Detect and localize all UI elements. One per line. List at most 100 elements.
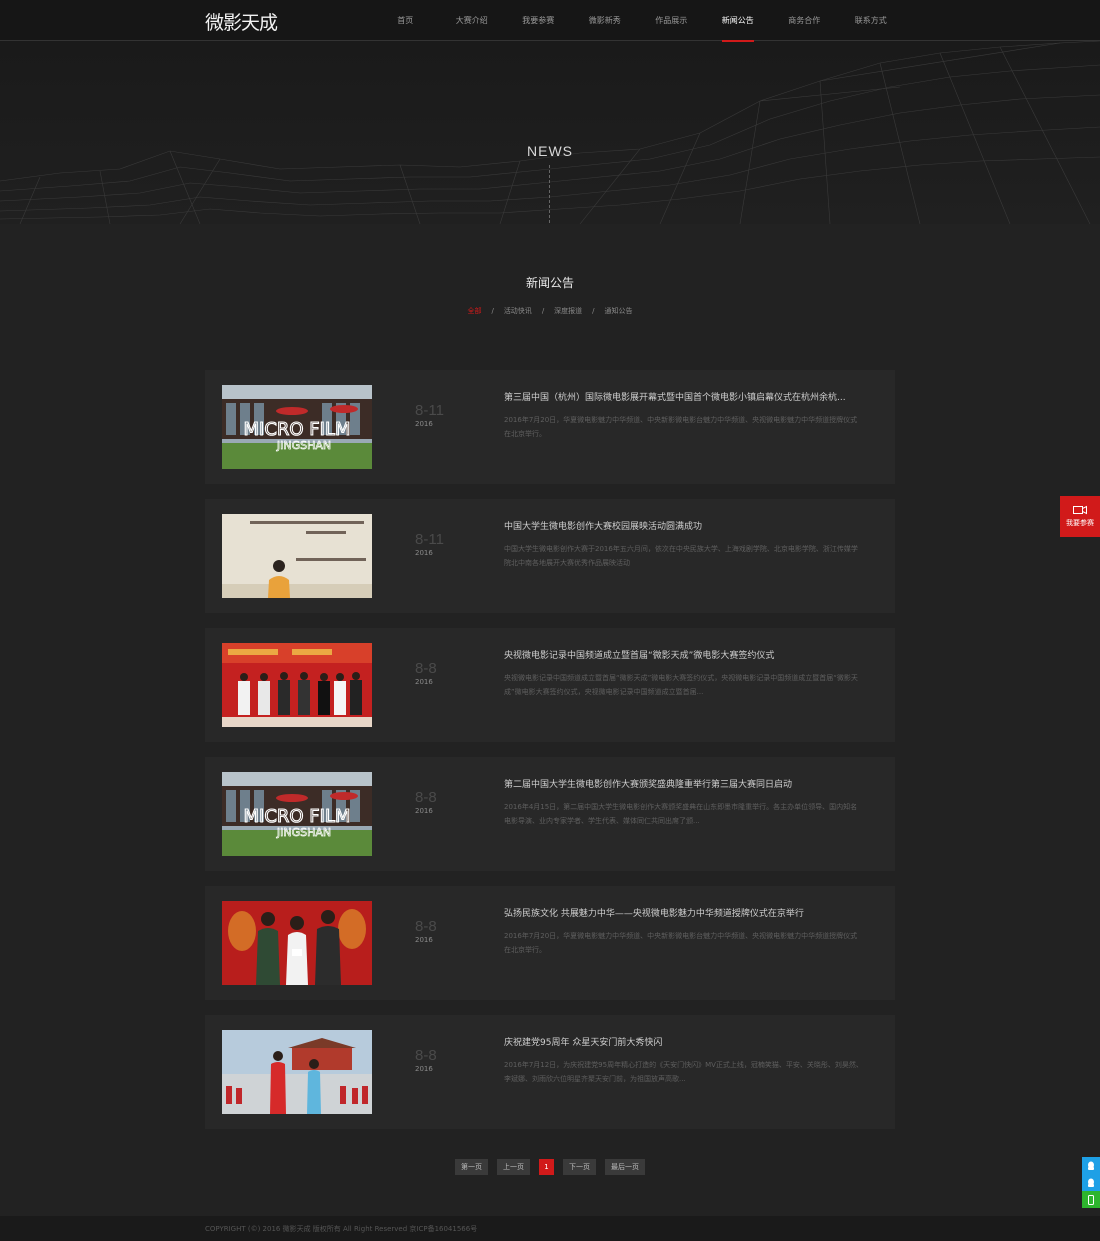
news-thumbnail-award-ceremony[interactable] (222, 901, 372, 985)
svg-text:MICRO FILM: MICRO FILM (243, 419, 350, 440)
news-item[interactable]: 8-8 2016 弘扬民族文化 共展魅力中华——央视微电影魅力中华频道授牌仪式在… (205, 886, 895, 1000)
category-filters: 全部 / 活动快讯 / 深度报道 / 通知公告 (0, 306, 1100, 316)
news-item[interactable]: 8-8 2016 央视微电影记录中国频道成立暨首届“微影天成”微电影大赛签约仪式… (205, 628, 895, 742)
join-contest-label: 我要参赛 (1066, 519, 1094, 527)
news-thumbnail-university-screening[interactable] (222, 514, 372, 598)
news-summary: 中国大学生微电影创作大赛于2016年五六月间，依次在中央民族大学、上海戏剧学院、… (504, 545, 858, 567)
news-thumbnail-tiananmen-show[interactable] (222, 1030, 372, 1114)
news-item[interactable]: MICRO FILM JINGSHAN 8-8 2016 第二届中国大学生微电影… (205, 757, 895, 871)
nav-label: 新闻公告 (721, 16, 754, 25)
signing-ceremony-image (222, 643, 372, 727)
news-date: 8-8 2016 (415, 789, 437, 815)
news-title[interactable]: 庆祝建党95周年 众星天安门前大秀快闪 (504, 1035, 864, 1048)
qq-glyph (1088, 1178, 1094, 1187)
news-thumbnail-signing-ceremony[interactable] (222, 643, 372, 727)
banner-title: NEWS (527, 143, 573, 159)
news-date: 8-8 2016 (415, 918, 437, 944)
nav-item-works[interactable]: 作品展示 (638, 0, 705, 41)
filter-separator: / (541, 307, 545, 315)
news-date-day: 8-8 (415, 1047, 437, 1064)
news-date-day: 8-8 (415, 789, 437, 806)
filter-notices[interactable]: 通知公告 (600, 306, 638, 316)
side-contact-bar (1082, 1157, 1100, 1208)
nav-label: 联系方式 (854, 16, 887, 25)
filter-separator: / (491, 307, 494, 315)
news-date: 8-8 2016 (415, 1047, 437, 1073)
news-date-year: 2016 (415, 678, 433, 686)
last-page-button[interactable]: 最后一页 (605, 1159, 645, 1175)
nav-item-home[interactable]: 首页 (372, 0, 439, 41)
nav-label: 商务合作 (788, 16, 821, 25)
tiananmen-image (222, 1030, 372, 1114)
filter-event-news[interactable]: 活动快讯 (499, 306, 537, 316)
micro-film-image: MICRO FILM JINGSHAN (222, 385, 372, 469)
news-date-year: 2016 (415, 936, 433, 944)
news-item[interactable]: 8-11 2016 中国大学生微电影创作大赛校园展映活动圆满成功 中国大学生微电… (205, 499, 895, 613)
news-banner: NEWS (0, 41, 1100, 224)
section-title: 新闻公告 (525, 276, 574, 290)
news-content: 庆祝建党95周年 众星天安门前大秀快闪 2016年7月12日，为庆祝建党95周年… (504, 1035, 864, 1086)
news-summary: 2016年4月15日，第二届中国大学生微电影创作大赛颁奖盛典在山东即墨市隆重举行… (504, 803, 858, 825)
news-content: 第二届中国大学生微电影创作大赛颁奖盛典隆重举行第三届大赛同日启动 2016年4月… (504, 777, 864, 828)
news-thumbnail-micro-film-jingshan[interactable]: MICRO FILM JINGSHAN (222, 385, 372, 469)
news-title[interactable]: 中国大学生微电影创作大赛校园展映活动圆满成功 (504, 519, 864, 532)
news-date-year: 2016 (415, 420, 433, 428)
phone-icon[interactable] (1082, 1191, 1100, 1208)
news-summary: 2016年7月20日，华夏微电影魅力中华频道、中央新影微电影台魅力中华频道、央视… (504, 932, 858, 954)
news-list: MICRO FILM JINGSHAN 8-11 2016 第三届中国（杭州）国… (205, 370, 895, 1144)
news-item[interactable]: MICRO FILM JINGSHAN 8-11 2016 第三届中国（杭州）国… (205, 370, 895, 484)
filter-all[interactable]: 全部 (462, 306, 486, 316)
pagination: 第一页 上一页 1 下一页 最后一页 (0, 1159, 1100, 1175)
news-content: 弘扬民族文化 共展魅力中华——央视微电影魅力中华频道授牌仪式在京举行 2016年… (504, 906, 864, 957)
news-date-year: 2016 (415, 549, 433, 557)
screening-image (222, 514, 372, 598)
svg-text:JINGSHAN: JINGSHAN (276, 439, 331, 452)
news-date-day: 8-8 (415, 918, 437, 935)
film-camera-icon (1073, 505, 1087, 515)
nav-item-about[interactable]: 大赛介绍 (439, 0, 506, 41)
news-date: 8-8 2016 (415, 660, 437, 686)
news-title[interactable]: 弘扬民族文化 共展魅力中华——央视微电影魅力中华频道授牌仪式在京举行 (504, 906, 864, 919)
nav-item-newcomers[interactable]: 微影新秀 (572, 0, 639, 41)
news-title[interactable]: 第二届中国大学生微电影创作大赛颁奖盛典隆重举行第三届大赛同日启动 (504, 777, 864, 790)
news-thumbnail-micro-film-jingshan[interactable]: MICRO FILM JINGSHAN (222, 772, 372, 856)
banner-divider (549, 165, 550, 223)
news-summary: 2016年7月12日，为庆祝建党95周年精心打造的《天安门快闪》MV正式上线，冠… (504, 1061, 863, 1083)
news-item[interactable]: 8-8 2016 庆祝建党95周年 众星天安门前大秀快闪 2016年7月12日，… (205, 1015, 895, 1129)
first-page-button[interactable]: 第一页 (455, 1159, 488, 1175)
news-date-day: 8-11 (415, 402, 444, 419)
site-logo[interactable]: 微影天成 (205, 8, 278, 34)
qq-glyph (1088, 1161, 1094, 1170)
nav-item-contact[interactable]: 联系方式 (838, 0, 905, 41)
phone-glyph (1088, 1194, 1094, 1205)
award-ceremony-image (222, 901, 372, 985)
nav-item-news[interactable]: 新闻公告 (705, 0, 772, 42)
current-page-button[interactable]: 1 (539, 1159, 554, 1175)
filter-in-depth[interactable]: 深度报道 (549, 306, 587, 316)
nav-label: 首页 (397, 16, 414, 25)
nav-label: 作品展示 (655, 16, 688, 25)
logo-text: 微影天成 (205, 11, 278, 34)
prev-page-button[interactable]: 上一页 (497, 1159, 530, 1175)
main-nav: 首页 大赛介绍 我要参赛 微影新秀 作品展示 新闻公告 商务合作 联系方式 (372, 0, 905, 42)
news-date-day: 8-11 (415, 531, 444, 548)
qq-icon[interactable] (1082, 1174, 1100, 1191)
nav-item-business[interactable]: 商务合作 (771, 0, 838, 41)
news-summary: 央视微电影记录中国频道成立暨首届“微影天成”微电影大赛签约仪式，央视微电影记录中… (504, 674, 858, 696)
news-title[interactable]: 央视微电影记录中国频道成立暨首届“微影天成”微电影大赛签约仪式 (504, 648, 864, 661)
join-contest-float-button[interactable]: 我要参赛 (1060, 496, 1100, 537)
filter-separator: / (592, 307, 595, 315)
next-page-button[interactable]: 下一页 (563, 1159, 596, 1175)
news-content: 中国大学生微电影创作大赛校园展映活动圆满成功 中国大学生微电影创作大赛于2016… (504, 519, 864, 570)
copyright-text: COPYRIGHT (©) 2016 微影天成 版权所有 All Right R… (205, 1225, 478, 1233)
news-title[interactable]: 第三届中国（杭州）国际微电影展开幕式暨中国首个微电影小镇启幕仪式在杭州余杭... (504, 390, 864, 403)
qq-icon[interactable] (1082, 1157, 1100, 1174)
svg-text:MICRO FILM: MICRO FILM (243, 806, 350, 827)
news-content: 第三届中国（杭州）国际微电影展开幕式暨中国首个微电影小镇启幕仪式在杭州余杭...… (504, 390, 864, 441)
nav-label: 我要参赛 (522, 16, 555, 25)
news-date-year: 2016 (415, 1065, 433, 1073)
news-date: 8-11 2016 (415, 531, 444, 557)
site-footer: COPYRIGHT (©) 2016 微影天成 版权所有 All Right R… (0, 1216, 1100, 1241)
wireframe-mountain-background (0, 41, 1100, 224)
nav-item-join[interactable]: 我要参赛 (505, 0, 572, 41)
